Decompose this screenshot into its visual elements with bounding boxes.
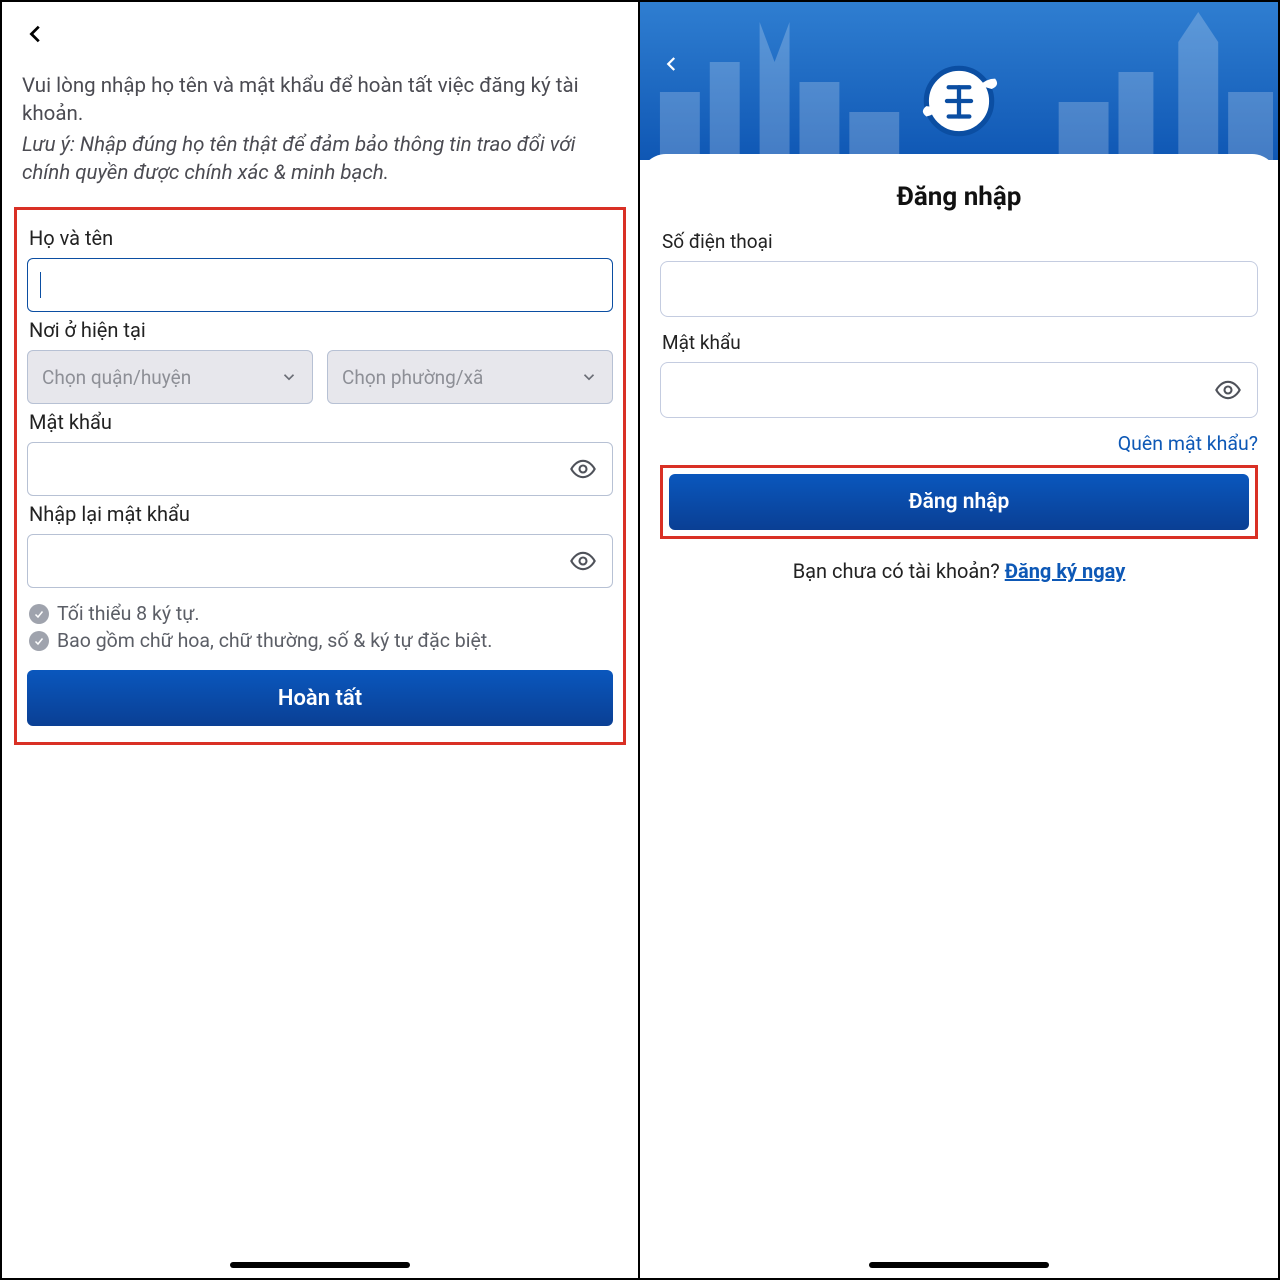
confirm-password-input[interactable] bbox=[27, 534, 613, 588]
intro-text: Vui lòng nhập họ tên và mật khẩu để hoàn… bbox=[22, 72, 618, 129]
register-link[interactable]: Đăng ký ngay bbox=[1005, 559, 1126, 583]
intro-copy: Vui lòng nhập họ tên và mật khẩu để hoàn… bbox=[2, 50, 638, 199]
phone-input[interactable] bbox=[660, 261, 1258, 317]
home-indicator bbox=[869, 1262, 1049, 1268]
login-card: Đăng nhập Số điện thoại Mật khẩu Quên mậ… bbox=[640, 154, 1278, 589]
chevron-down-icon bbox=[280, 368, 298, 386]
fullname-label: Họ và tên bbox=[29, 226, 613, 250]
back-button[interactable] bbox=[658, 50, 686, 78]
toggle-password-visibility[interactable] bbox=[568, 454, 598, 484]
chevron-down-icon bbox=[580, 368, 598, 386]
login-button[interactable]: Đăng nhập bbox=[669, 474, 1249, 530]
signup-screen: Vui lòng nhập họ tên và mật khẩu để hoàn… bbox=[2, 2, 640, 1278]
password-requirements: Tối thiểu 8 ký tự. Bao gồm chữ hoa, chữ … bbox=[27, 602, 613, 652]
eye-icon bbox=[1214, 376, 1242, 404]
hero-banner bbox=[640, 2, 1278, 160]
chevron-left-icon bbox=[25, 23, 47, 45]
check-icon bbox=[29, 631, 49, 651]
chevron-left-icon bbox=[663, 55, 681, 73]
toggle-password-visibility[interactable] bbox=[568, 546, 598, 576]
eye-icon bbox=[569, 455, 597, 483]
complete-button-label: Hoàn tất bbox=[278, 686, 362, 711]
fullname-input[interactable] bbox=[27, 258, 613, 312]
login-password-input[interactable] bbox=[660, 362, 1258, 418]
confirm-password-label: Nhập lại mật khẩu bbox=[29, 502, 613, 526]
login-password-label: Mật khẩu bbox=[662, 331, 1258, 354]
register-prompt: Bạn chưa có tài khoản? Đăng ký ngay bbox=[660, 559, 1258, 583]
ward-select[interactable]: Chọn phường/xã bbox=[327, 350, 613, 404]
location-label: Nơi ở hiện tại bbox=[29, 318, 613, 342]
password-req-1: Tối thiểu 8 ký tự. bbox=[29, 602, 613, 625]
intro-note: Lưu ý: Nhập đúng họ tên thật để đảm bảo … bbox=[22, 131, 618, 188]
forgot-password-link[interactable]: Quên mật khẩu? bbox=[660, 432, 1258, 455]
password-req-1-text: Tối thiểu 8 ký tự. bbox=[57, 602, 200, 625]
password-label: Mật khẩu bbox=[29, 410, 613, 434]
signup-form-highlight: Họ và tên Nơi ở hiện tại Chọn quận/huyện… bbox=[14, 207, 626, 745]
ward-placeholder: Chọn phường/xã bbox=[342, 366, 483, 389]
phone-label: Số điện thoại bbox=[662, 230, 1258, 253]
eye-icon bbox=[569, 547, 597, 575]
password-input[interactable] bbox=[27, 442, 613, 496]
login-button-highlight: Đăng nhập bbox=[660, 465, 1258, 539]
app-logo-icon bbox=[916, 58, 1002, 144]
complete-button[interactable]: Hoàn tất bbox=[27, 670, 613, 726]
register-prompt-text: Bạn chưa có tài khoản? bbox=[793, 559, 1005, 583]
toggle-password-visibility[interactable] bbox=[1213, 375, 1243, 405]
back-button[interactable] bbox=[20, 18, 52, 50]
district-select[interactable]: Chọn quận/huyện bbox=[27, 350, 313, 404]
check-icon bbox=[29, 604, 49, 624]
login-title: Đăng nhập bbox=[660, 182, 1258, 212]
password-req-2: Bao gồm chữ hoa, chữ thường, số & ký tự … bbox=[29, 629, 613, 652]
district-placeholder: Chọn quận/huyện bbox=[42, 366, 191, 389]
login-button-label: Đăng nhập bbox=[909, 490, 1010, 514]
password-req-2-text: Bao gồm chữ hoa, chữ thường, số & ký tự … bbox=[57, 629, 492, 652]
home-indicator bbox=[230, 1262, 410, 1268]
login-screen: Đăng nhập Số điện thoại Mật khẩu Quên mậ… bbox=[640, 2, 1278, 1278]
